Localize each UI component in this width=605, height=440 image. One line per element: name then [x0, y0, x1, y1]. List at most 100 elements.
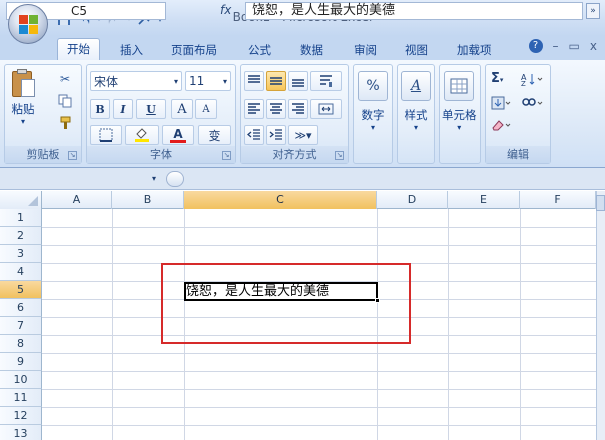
font-color-button[interactable]: A	[162, 125, 194, 145]
expand-formula-bar-icon[interactable]: »	[586, 3, 600, 19]
alignment-group-label: 对齐方式	[241, 146, 348, 163]
increase-indent-button[interactable]	[266, 125, 286, 145]
percent-icon: %	[358, 71, 388, 101]
italic-button[interactable]: I	[113, 99, 133, 119]
help-icon[interactable]: ?	[528, 39, 543, 53]
phonetic-guide-button[interactable]: 变	[198, 125, 231, 145]
paste-icon	[9, 69, 37, 99]
highlight-annotation-box	[161, 263, 411, 344]
paste-dropdown-icon[interactable]: ▾	[21, 117, 25, 126]
row-header-10[interactable]: 10	[0, 371, 42, 389]
cells-button[interactable]: 单元格 ▾	[442, 71, 477, 132]
font-size-dropdown-icon: ▾	[222, 76, 227, 86]
column-header-b[interactable]: B	[112, 191, 184, 209]
insert-function-button[interactable]: fx	[220, 3, 231, 17]
group-number: % 数字 ▾	[353, 64, 393, 164]
tab-view[interactable]: 视图	[405, 40, 428, 60]
fill-color-icon	[135, 128, 149, 142]
gridline	[112, 209, 113, 440]
gridline	[42, 407, 596, 408]
copy-icon[interactable]	[57, 93, 73, 109]
align-right-button[interactable]	[288, 99, 308, 119]
column-header-e[interactable]: E	[448, 191, 520, 209]
tab-home[interactable]: 开始	[57, 38, 100, 60]
autosum-button[interactable]: Σ▾	[491, 71, 503, 86]
row-header-3[interactable]: 3	[0, 245, 42, 263]
cells-label: 单元格	[442, 108, 477, 122]
row-header-1[interactable]: 1	[0, 209, 42, 227]
align-top-button[interactable]	[244, 71, 264, 91]
group-styles: A 样式 ▾	[397, 64, 435, 164]
clear-icon[interactable]	[490, 117, 514, 133]
text-direction-button[interactable]: ≫▾	[288, 125, 318, 145]
select-all-corner[interactable]	[0, 191, 42, 209]
font-launcher-icon[interactable]: ↘	[222, 151, 231, 160]
increase-indent-icon	[269, 129, 282, 140]
row-header-13[interactable]: 13	[0, 425, 42, 440]
ribbon-close-icon[interactable]: x	[590, 39, 597, 53]
tab-formulas[interactable]: 公式	[248, 40, 271, 60]
ribbon-minimize-icon[interactable]: –	[553, 39, 559, 53]
name-box-dropdown-icon[interactable]: ▾	[152, 174, 156, 183]
merge-center-button[interactable]	[310, 99, 342, 119]
gridline	[520, 209, 521, 440]
row-header-2[interactable]: 2	[0, 227, 42, 245]
decrease-indent-button[interactable]	[244, 125, 264, 145]
column-header-d[interactable]: D	[377, 191, 448, 209]
border-button[interactable]	[90, 125, 122, 145]
clipboard-launcher-icon[interactable]: ↘	[68, 151, 77, 160]
font-name-value: 宋体	[94, 74, 119, 89]
column-header-f[interactable]: F	[520, 191, 596, 209]
underline-button[interactable]: U	[136, 99, 166, 119]
sort-filter-icon[interactable]: AZ	[520, 71, 546, 87]
office-button[interactable]	[8, 4, 48, 44]
name-box-value: C5	[71, 4, 88, 18]
align-bottom-button[interactable]	[288, 71, 308, 91]
row-header-4[interactable]: 4	[0, 263, 42, 281]
row-header-7[interactable]: 7	[0, 317, 42, 335]
font-name-select[interactable]: 宋体 ▾	[90, 71, 182, 91]
align-center-button[interactable]	[266, 99, 286, 119]
vertical-scrollbar[interactable]	[596, 191, 605, 440]
scroll-up-button[interactable]	[596, 195, 605, 211]
worksheet-grid[interactable]: A B C D E F 1 2 3 4 5 6 7 8 9 10 11 12 1…	[0, 191, 596, 440]
formula-input[interactable]: 饶恕，是人生最大的美德	[245, 2, 583, 20]
gridline	[42, 227, 596, 228]
ribbon-restore-icon[interactable]: ▭	[569, 39, 580, 53]
align-left-button[interactable]	[244, 99, 264, 119]
alignment-launcher-icon[interactable]: ↘	[335, 151, 344, 160]
ribbon-tabs: 开始 插入 页面布局 公式 数据 审阅 视图 加载项 ? – ▭ x	[0, 36, 605, 60]
tab-page-layout[interactable]: 页面布局	[171, 40, 217, 60]
grow-font-button[interactable]: A	[171, 99, 193, 119]
orientation-button[interactable]	[310, 71, 342, 91]
fill-color-button[interactable]	[125, 125, 159, 145]
align-middle-button[interactable]	[266, 71, 286, 91]
row-header-6[interactable]: 6	[0, 299, 42, 317]
formula-bar-splitter-icon[interactable]	[166, 171, 184, 187]
column-header-a[interactable]: A	[42, 191, 112, 209]
group-font: 宋体 ▾ 11 ▾ B I U A A A 变 字体 ↘	[86, 64, 236, 164]
tab-data[interactable]: 数据	[300, 40, 323, 60]
row-header-9[interactable]: 9	[0, 353, 42, 371]
column-header-c[interactable]: C	[184, 191, 377, 209]
tab-insert[interactable]: 插入	[120, 40, 143, 60]
row-header-11[interactable]: 11	[0, 389, 42, 407]
wrap-text-icon	[320, 75, 332, 87]
row-header-5[interactable]: 5	[0, 281, 42, 299]
shrink-font-button[interactable]: A	[195, 99, 217, 119]
paste-button[interactable]: 粘贴 ▾	[9, 69, 37, 126]
bold-button[interactable]: B	[90, 99, 110, 119]
tab-add-ins[interactable]: 加载项	[457, 40, 492, 60]
row-header-12[interactable]: 12	[0, 407, 42, 425]
font-group-label: 字体	[87, 146, 235, 163]
cut-icon[interactable]: ✂	[57, 71, 73, 87]
ribbon: 粘贴 ▾ ✂ 剪贴板 ↘ 宋体 ▾ 11 ▾ B I U A A A 变 字体 …	[0, 60, 605, 168]
fill-icon[interactable]	[490, 95, 514, 111]
styles-button[interactable]: A 样式 ▾	[401, 71, 431, 132]
font-size-select[interactable]: 11 ▾	[185, 71, 231, 91]
row-header-8[interactable]: 8	[0, 335, 42, 353]
number-format-button[interactable]: % 数字 ▾	[358, 71, 388, 132]
tab-review[interactable]: 审阅	[354, 40, 377, 60]
format-painter-icon[interactable]	[57, 115, 73, 131]
find-select-icon[interactable]	[520, 95, 546, 111]
